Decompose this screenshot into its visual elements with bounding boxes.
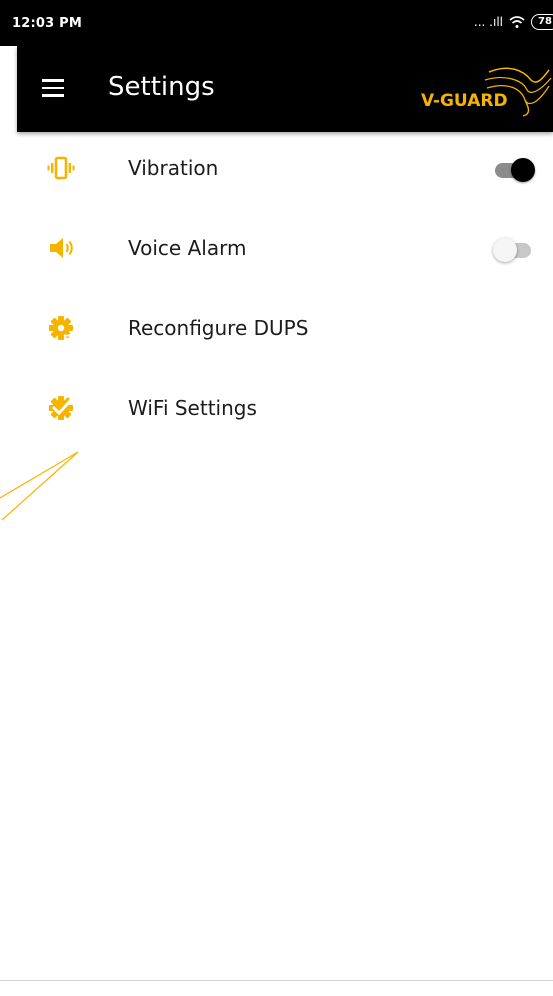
setting-voice-alarm[interactable]: Voice Alarm: [0, 210, 553, 290]
brand-name: V-GUARD: [421, 91, 508, 111]
setting-reconfigure-dups[interactable]: Reconfigure DUPS: [0, 290, 553, 370]
setting-wifi-settings[interactable]: WiFi Settings: [0, 370, 553, 450]
vibration-icon: [47, 156, 75, 180]
speaker-icon: [50, 238, 73, 258]
gear-icon: [49, 316, 73, 340]
menu-icon[interactable]: [42, 79, 64, 97]
signal-icon: ... .ıll: [473, 15, 503, 29]
setting-label: Vibration: [128, 156, 219, 180]
setting-label: Voice Alarm: [128, 236, 247, 260]
status-time: 12:03 PM: [12, 16, 82, 31]
annotation-lines: [0, 451, 79, 521]
bottom-divider: [0, 980, 553, 981]
battery-icon: 78: [531, 14, 553, 30]
setting-vibration[interactable]: Vibration: [0, 130, 553, 210]
setting-label: WiFi Settings: [128, 396, 257, 420]
voice-alarm-toggle[interactable]: [493, 238, 535, 262]
status-icons: ... .ıll 78: [474, 12, 553, 32]
status-bar: 12:03 PM ... .ıll 78: [0, 0, 553, 46]
gear-check-icon: [49, 396, 73, 420]
page-title: Settings: [108, 72, 215, 102]
setting-label: Reconfigure DUPS: [128, 316, 309, 340]
wifi-icon: [509, 16, 525, 28]
app-bar: Settings V-GUARD: [17, 46, 553, 132]
settings-list: Vibration Voice Alarm Reconfigure DUPS W…: [0, 130, 553, 450]
vibration-toggle[interactable]: [493, 158, 535, 182]
brand-logo: V-GUARD: [421, 67, 552, 117]
